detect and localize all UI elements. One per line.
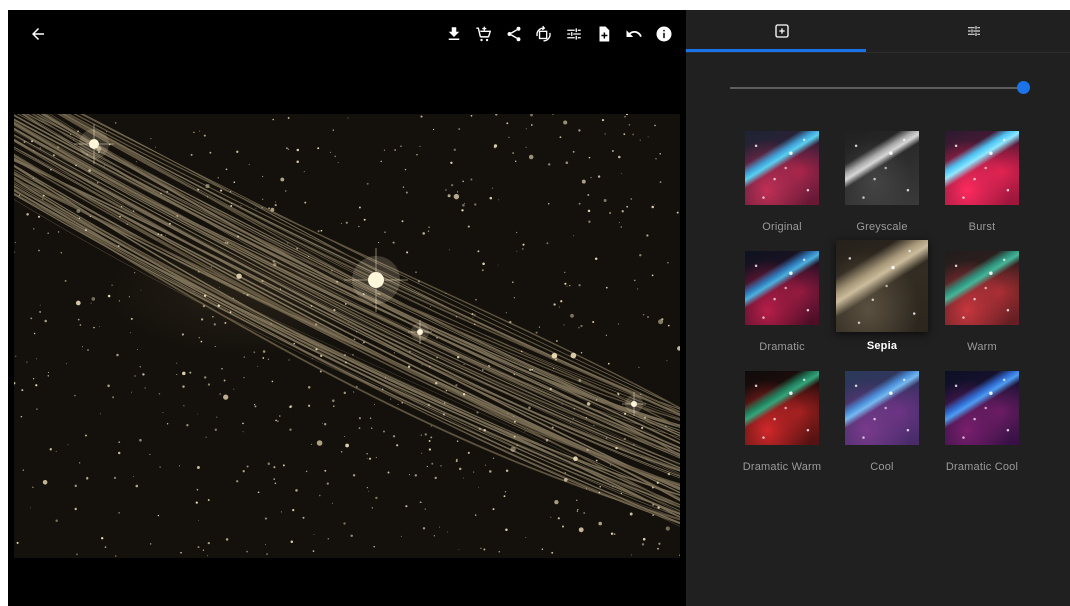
viewer-toolbar — [441, 22, 676, 46]
filter-intensity-slider[interactable] — [730, 81, 1030, 95]
filter-thumbnail — [845, 371, 919, 445]
filter-add-icon — [775, 24, 789, 38]
filter-thumbnail — [845, 131, 919, 205]
filter-grid: Original Greyscale Burst Dramatic Sepia Warm D… — [732, 130, 1032, 490]
filter-thumbnail — [945, 131, 1019, 205]
preview-stars — [745, 371, 819, 445]
filter-preview-image — [836, 240, 928, 332]
preview-stars — [945, 371, 1019, 445]
slider-thumb[interactable] — [1017, 81, 1030, 94]
filter-thumbnail — [836, 240, 928, 332]
filter-preview-image — [945, 131, 1019, 205]
tab-adjustments[interactable] — [878, 10, 1070, 52]
preview-stars — [945, 131, 1019, 205]
filter-label: Dramatic Cool — [945, 461, 1019, 473]
filter-label: Cool — [870, 461, 894, 473]
buy-print-button[interactable] — [471, 22, 496, 46]
preview-stars — [836, 240, 928, 332]
share-icon — [507, 26, 520, 42]
adjust-button[interactable] — [561, 22, 586, 46]
back-button[interactable] — [26, 22, 50, 46]
download-button[interactable] — [441, 22, 466, 46]
edit-panel: Original Greyscale Burst Dramatic Sepia Warm D… — [686, 10, 1070, 606]
filter-preview-image — [945, 251, 1019, 325]
filter-warm[interactable]: Warm — [932, 250, 1032, 370]
filter-thumbnail — [945, 371, 1019, 445]
filter-sepia[interactable]: Sepia — [832, 240, 932, 370]
photo-editor: Original Greyscale Burst Dramatic Sepia Warm D… — [8, 10, 1070, 606]
filter-label: Sepia — [866, 340, 898, 352]
filter-preview-image — [745, 131, 819, 205]
filter-label: Original — [762, 221, 802, 233]
filter-label: Dramatic — [759, 341, 805, 353]
filter-label: Dramatic Warm — [742, 461, 822, 473]
info-icon — [656, 26, 671, 42]
filter-label: Burst — [968, 221, 996, 233]
filter-thumbnail — [945, 251, 1019, 325]
info-button[interactable] — [651, 22, 676, 46]
filter-burst[interactable]: Burst — [932, 130, 1032, 250]
filter-greyscale[interactable]: Greyscale — [832, 130, 932, 250]
sliders-icon — [968, 26, 980, 36]
file-add-icon — [599, 26, 609, 42]
preview-stars — [845, 371, 919, 445]
filter-thumbnail — [745, 251, 819, 325]
image-viewer — [8, 10, 686, 606]
filter-preview-image — [745, 371, 819, 445]
filter-dramatic[interactable]: Dramatic — [732, 250, 832, 370]
filter-dramatic-cool[interactable]: Dramatic Cool — [932, 370, 1032, 490]
rotate-icon — [536, 25, 551, 42]
filter-thumbnail — [745, 371, 819, 445]
share-button[interactable] — [501, 22, 526, 46]
nebula-image — [14, 114, 680, 557]
nebula-photo — [14, 114, 680, 558]
filter-cool[interactable]: Cool — [832, 370, 932, 490]
filter-preview-image — [945, 371, 1019, 445]
save-copy-button[interactable] — [591, 22, 616, 46]
tab-filters[interactable] — [686, 10, 878, 52]
undo-icon — [626, 30, 642, 37]
filter-label: Greyscale — [856, 221, 908, 233]
preview-stars — [745, 251, 819, 325]
filter-preview-image — [845, 371, 919, 445]
filter-preview-image — [745, 251, 819, 325]
slider-track — [730, 87, 1024, 89]
preview-stars — [845, 131, 919, 205]
filter-thumbnail — [745, 131, 819, 205]
download-icon — [448, 27, 459, 40]
filter-original[interactable]: Original — [732, 130, 832, 250]
sliders-icon — [566, 28, 581, 40]
arrow-left-icon — [32, 28, 44, 40]
preview-stars — [745, 131, 819, 205]
edit-tabs — [686, 10, 1070, 53]
filter-dramatic-warm[interactable]: Dramatic Warm — [732, 370, 832, 490]
filter-label: Warm — [967, 341, 997, 353]
filter-preview-image — [845, 131, 919, 205]
undo-button[interactable] — [621, 22, 646, 46]
rotate-button[interactable] — [531, 22, 556, 46]
cart-add-icon — [476, 26, 492, 41]
preview-stars — [945, 251, 1019, 325]
